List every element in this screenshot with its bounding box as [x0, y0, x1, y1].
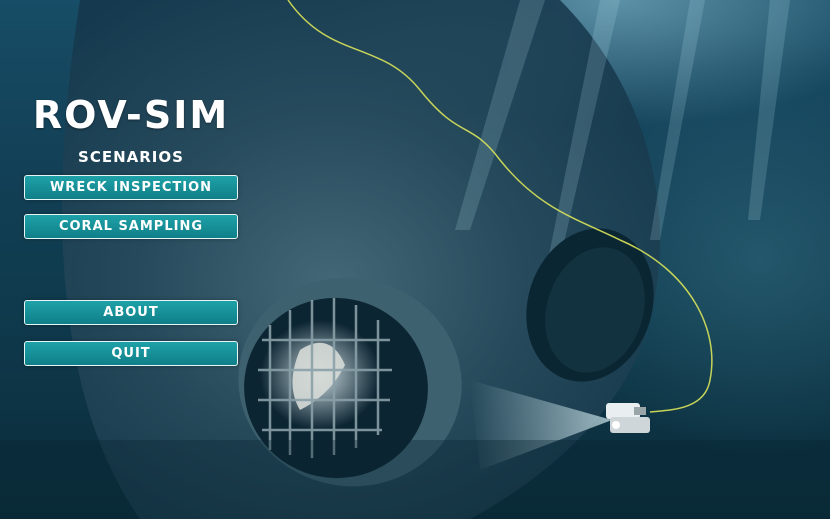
coral-sampling-button[interactable]: CORAL SAMPLING [24, 214, 238, 239]
wreck-inspection-button[interactable]: WRECK INSPECTION [24, 175, 238, 200]
rov-vehicle [606, 403, 650, 433]
shipwreck-scene-illustration [0, 0, 830, 519]
game-title: ROV-SIM [32, 93, 230, 137]
underwater-background [0, 0, 830, 519]
scenarios-heading: SCENARIOS [78, 148, 184, 166]
about-button[interactable]: ABOUT [24, 300, 238, 325]
quit-button[interactable]: QUIT [24, 341, 238, 366]
